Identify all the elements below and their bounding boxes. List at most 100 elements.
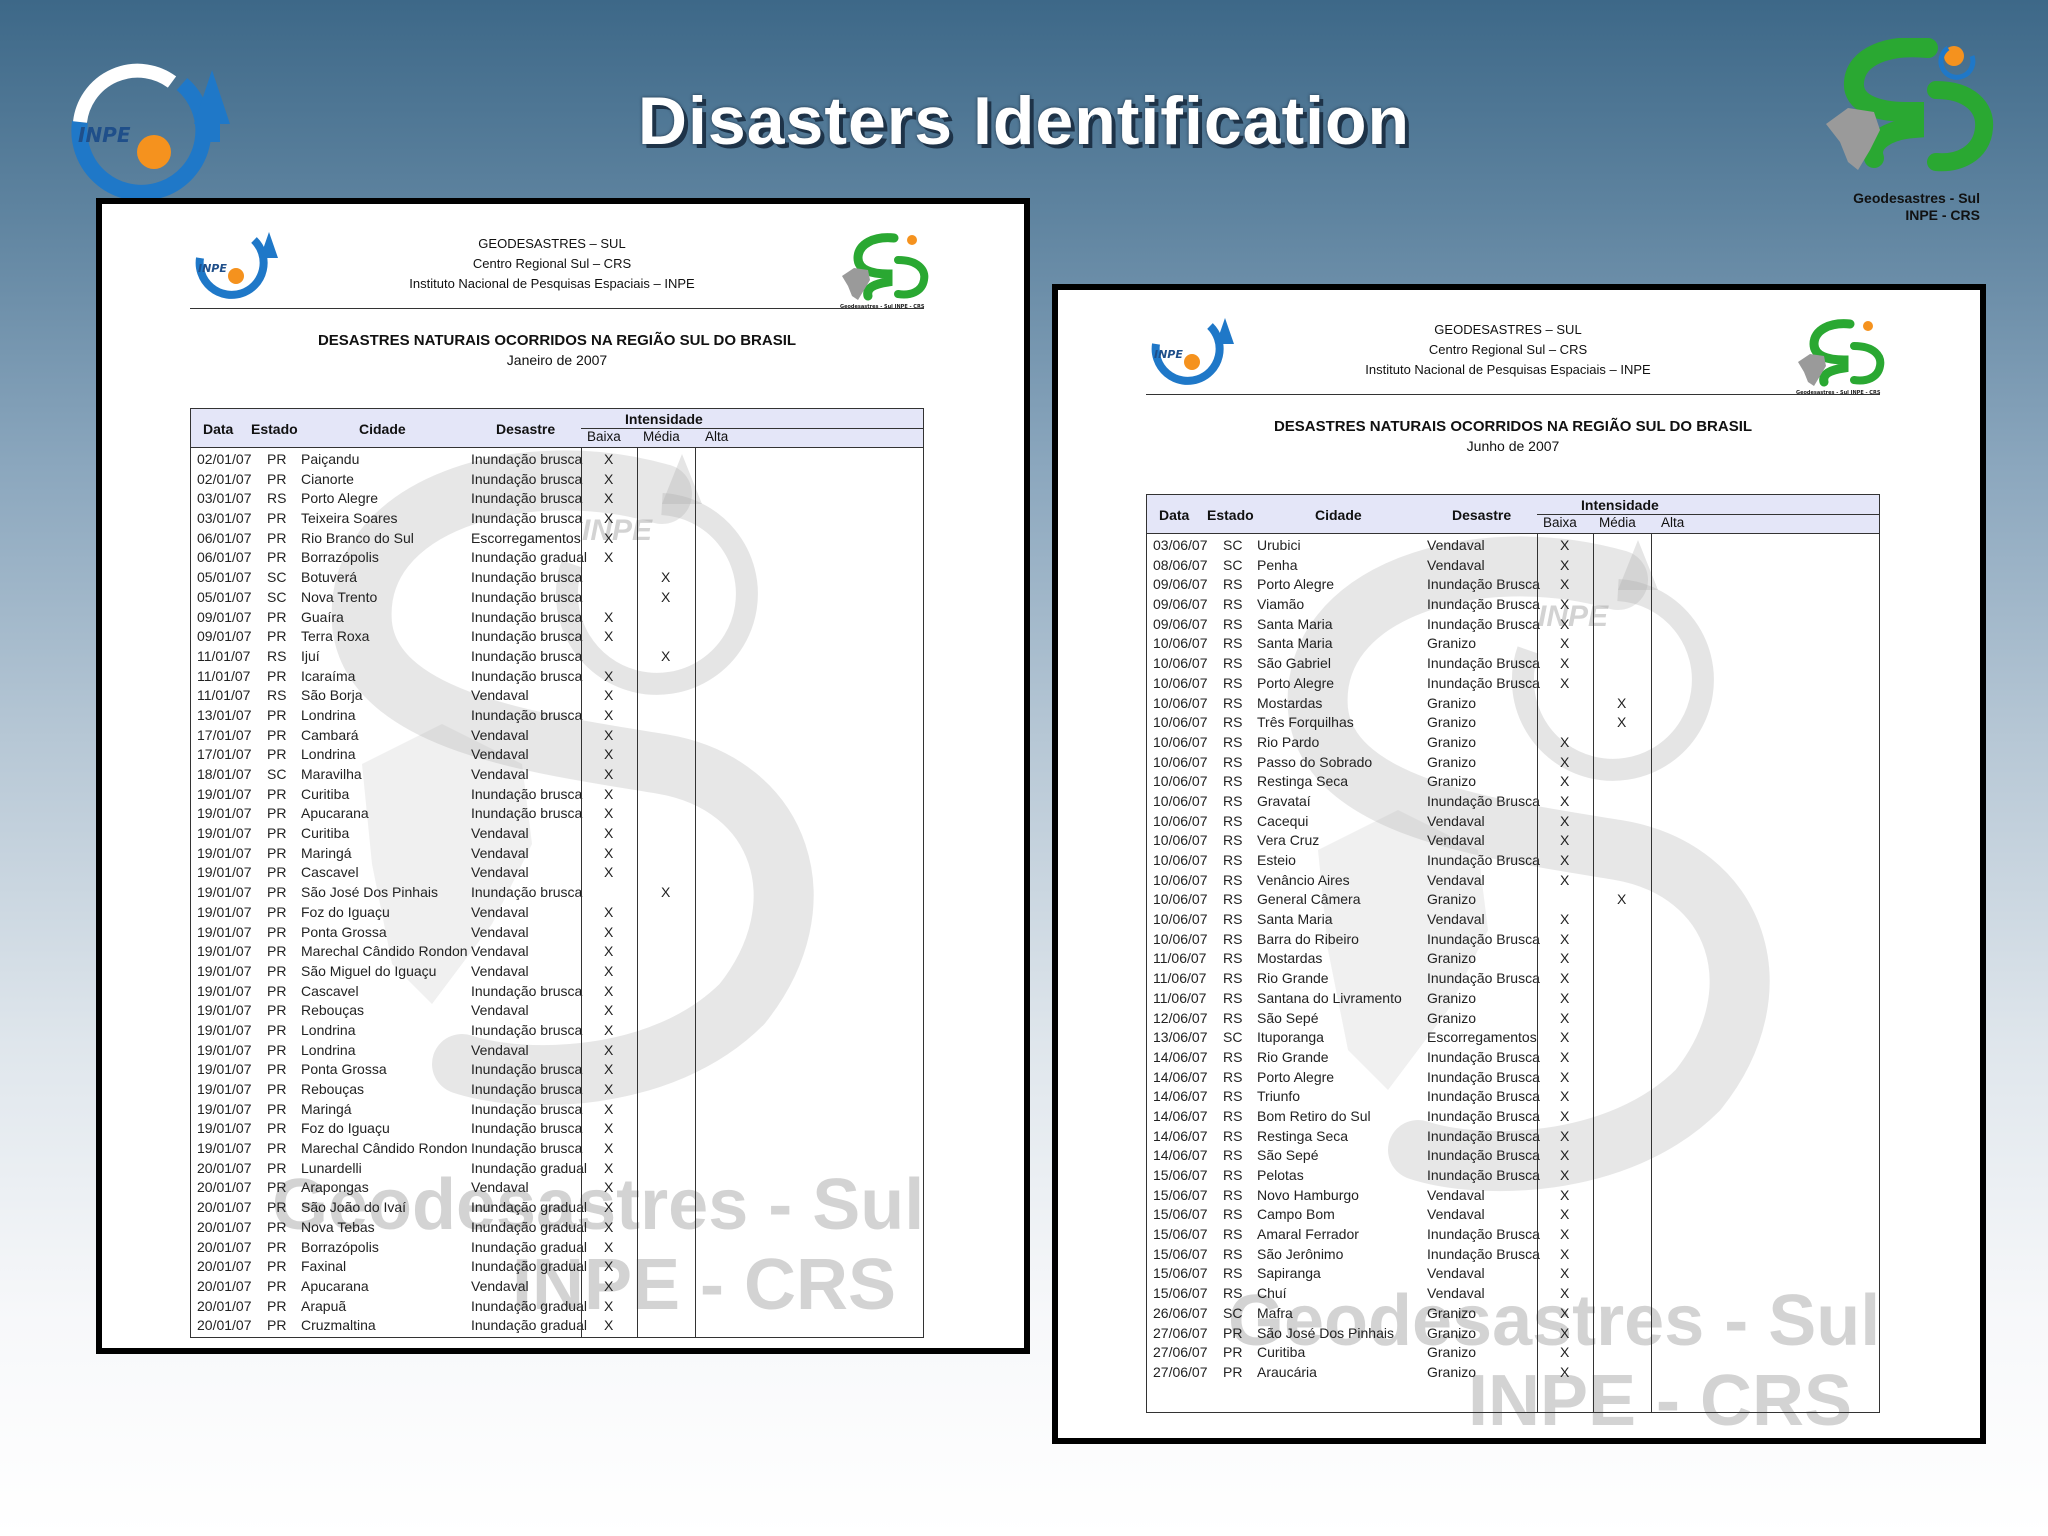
cell-estado: PR	[267, 549, 287, 566]
table-row: 10/06/07 RS Barra do Ribeiro Inundação Brus…	[1147, 929, 1879, 949]
cell-cidade: Santa Maria	[1257, 911, 1333, 928]
table-row: 09/01/07 PR Terra Roxa Inundação brusca X	[191, 626, 923, 646]
cell-data: 15/06/07	[1153, 1167, 1208, 1183]
table-row: 06/01/07 PR Rio Branco do Sul Escorregament…	[191, 528, 923, 548]
table-row: 09/06/07 RS Santa Maria Inundação Brusca X	[1147, 614, 1879, 634]
cell-baixa: X	[604, 1081, 614, 1097]
cell-data: 09/06/07	[1153, 615, 1208, 632]
table-row: 26/06/07 SC Mafra Granizo X	[1147, 1303, 1879, 1323]
cell-baixa: X	[604, 1199, 614, 1216]
cell-baixa: X	[604, 1258, 614, 1275]
cell-estado: SC	[1223, 1029, 1243, 1046]
cell-estado: RS	[1223, 812, 1243, 829]
cell-data: 13/06/07	[1153, 1029, 1208, 1046]
table-row: 19/01/07 PR Apucarana Inundação brusca X	[191, 803, 923, 823]
cell-data: 19/01/07	[197, 943, 252, 960]
cell-cidade: Porto Alegre	[1257, 674, 1335, 691]
slide-title: Disasters Identification	[637, 83, 1411, 159]
cell-data: 19/01/07	[197, 923, 252, 940]
column-divider	[1537, 533, 1538, 1412]
column-divider	[695, 447, 696, 1337]
cell-baixa: X	[604, 864, 614, 881]
disasters-table: Data Estado Cidade Desastre Intensidade Baixa…	[1146, 494, 1880, 1413]
june-report: INPE Geodesastres - Sul INPE - CRS INPE Geod…	[1052, 284, 1986, 1444]
cell-cidade: Maravilha	[301, 766, 362, 782]
cell-desastre: Inundação brusca	[471, 569, 583, 586]
cell-desastre: Granizo	[1427, 989, 1477, 1006]
cell-baixa: X	[604, 1120, 614, 1137]
table-header: Data Estado Cidade Desastre Intensidade Baixa…	[191, 409, 923, 448]
cell-estado: PR	[267, 1140, 287, 1157]
header-data: Data	[1159, 507, 1190, 523]
cell-media: X	[1617, 714, 1627, 731]
cell-cidade: Botuverá	[301, 569, 358, 586]
cell-data: 15/06/07	[1153, 1206, 1208, 1223]
cell-estado: RS	[1223, 674, 1243, 691]
cell-desastre: Inundação brusca	[471, 510, 583, 527]
header-cidade: Cidade	[359, 421, 406, 437]
table-row: 20/01/07 PR Nova Tebas Inundação gradual X	[191, 1217, 923, 1237]
header-line1: GEODESASTRES – SUL	[1434, 322, 1582, 337]
cell-desastre: Inundação Brusca	[1427, 1167, 1540, 1183]
cell-desastre: Vendaval	[471, 923, 529, 940]
cell-cidade: Lunardelli	[301, 1159, 362, 1176]
cell-desastre: Inundação brusca	[471, 1081, 583, 1097]
cell-data: 20/01/07	[197, 1317, 252, 1334]
table-row: 11/01/07 PR Icaraíma Inundação brusca X	[191, 666, 923, 686]
cell-desastre: Inundação Brusca	[1427, 852, 1540, 868]
cell-baixa: X	[604, 687, 614, 704]
cell-desastre: Inundação brusca	[471, 451, 583, 467]
cell-desastre: Vendaval	[1427, 832, 1485, 849]
cell-media: X	[661, 569, 671, 586]
cell-estado: PR	[267, 962, 287, 979]
cell-cidade: São Miguel do Iguaçu	[301, 962, 437, 979]
cell-desastre: Vendaval	[471, 687, 529, 704]
cell-desastre: Inundação brusca	[471, 1061, 583, 1078]
cell-estado: PR	[267, 608, 287, 625]
cell-baixa: X	[1560, 576, 1570, 593]
cell-data: 10/06/07	[1153, 812, 1208, 829]
table-row: 15/06/07 RS Pelotas Inundação Brusca X	[1147, 1165, 1879, 1185]
cell-estado: PR	[267, 726, 287, 743]
cell-baixa: X	[604, 470, 614, 487]
cell-data: 05/01/07	[197, 569, 252, 586]
cell-cidade: Triunfo	[1257, 1088, 1301, 1105]
cell-data: 15/06/07	[1153, 1265, 1208, 1282]
cell-baixa: X	[1560, 1304, 1570, 1321]
header-alta: Alta	[705, 429, 729, 444]
cell-data: 19/01/07	[197, 903, 252, 920]
cell-media: X	[1617, 891, 1627, 908]
cell-cidade: Maringá	[301, 1100, 352, 1117]
cell-data: 14/06/07	[1153, 1147, 1208, 1164]
cell-cidade: Mostardas	[1257, 694, 1323, 711]
cell-baixa: X	[1560, 1206, 1570, 1223]
cell-cidade: Borrazópolis	[301, 549, 379, 566]
cell-estado: RS	[1223, 930, 1243, 947]
report-title: DESASTRES NATURAIS OCORRIDOS NA REGIÃO S…	[1273, 418, 1753, 435]
cell-cidade: Santa Maria	[1257, 615, 1333, 632]
cell-estado: RS	[1223, 714, 1243, 731]
cell-data: 10/06/07	[1153, 655, 1208, 672]
cell-cidade: Cascavel	[301, 982, 359, 999]
cell-data: 11/01/07	[197, 647, 251, 664]
cell-cidade: Marechal Cândido Rondon	[301, 943, 468, 960]
cell-desastre: Inundação Brusca	[1427, 1226, 1540, 1243]
cell-baixa: X	[1560, 1029, 1570, 1046]
cell-cidade: Curitiba	[301, 825, 350, 842]
header-line1: GEODESASTRES – SUL	[478, 236, 626, 251]
table-row: 19/01/07 PR Curitiba Vendaval X	[191, 823, 923, 843]
table-row: 19/01/07 PR Rebouças Inundação brusca X	[191, 1079, 923, 1099]
table-row: 15/06/07 RS Chuí Vendaval X	[1147, 1283, 1879, 1303]
table-row: 12/06/07 RS São Sepé Granizo X	[1147, 1008, 1879, 1028]
cell-data: 27/06/07	[1153, 1363, 1208, 1380]
cell-baixa: X	[1560, 733, 1570, 750]
logo-caption-line2: INPE - CRS	[1905, 207, 1980, 223]
table-row: 19/01/07 PR Cascavel Inundação brusca X	[191, 981, 923, 1001]
report-header-text: GEODESASTRES – SUL Centro Regional Sul – …	[302, 234, 802, 294]
cell-media: X	[661, 647, 671, 664]
cell-estado: PR	[267, 982, 287, 999]
table-row: 19/01/07 PR São José Dos Pinhais Inundação …	[191, 882, 923, 902]
cell-desastre: Inundação brusca	[471, 982, 583, 999]
cell-data: 13/01/07	[197, 706, 252, 723]
report-period: Junho de 2007	[1466, 438, 1560, 454]
